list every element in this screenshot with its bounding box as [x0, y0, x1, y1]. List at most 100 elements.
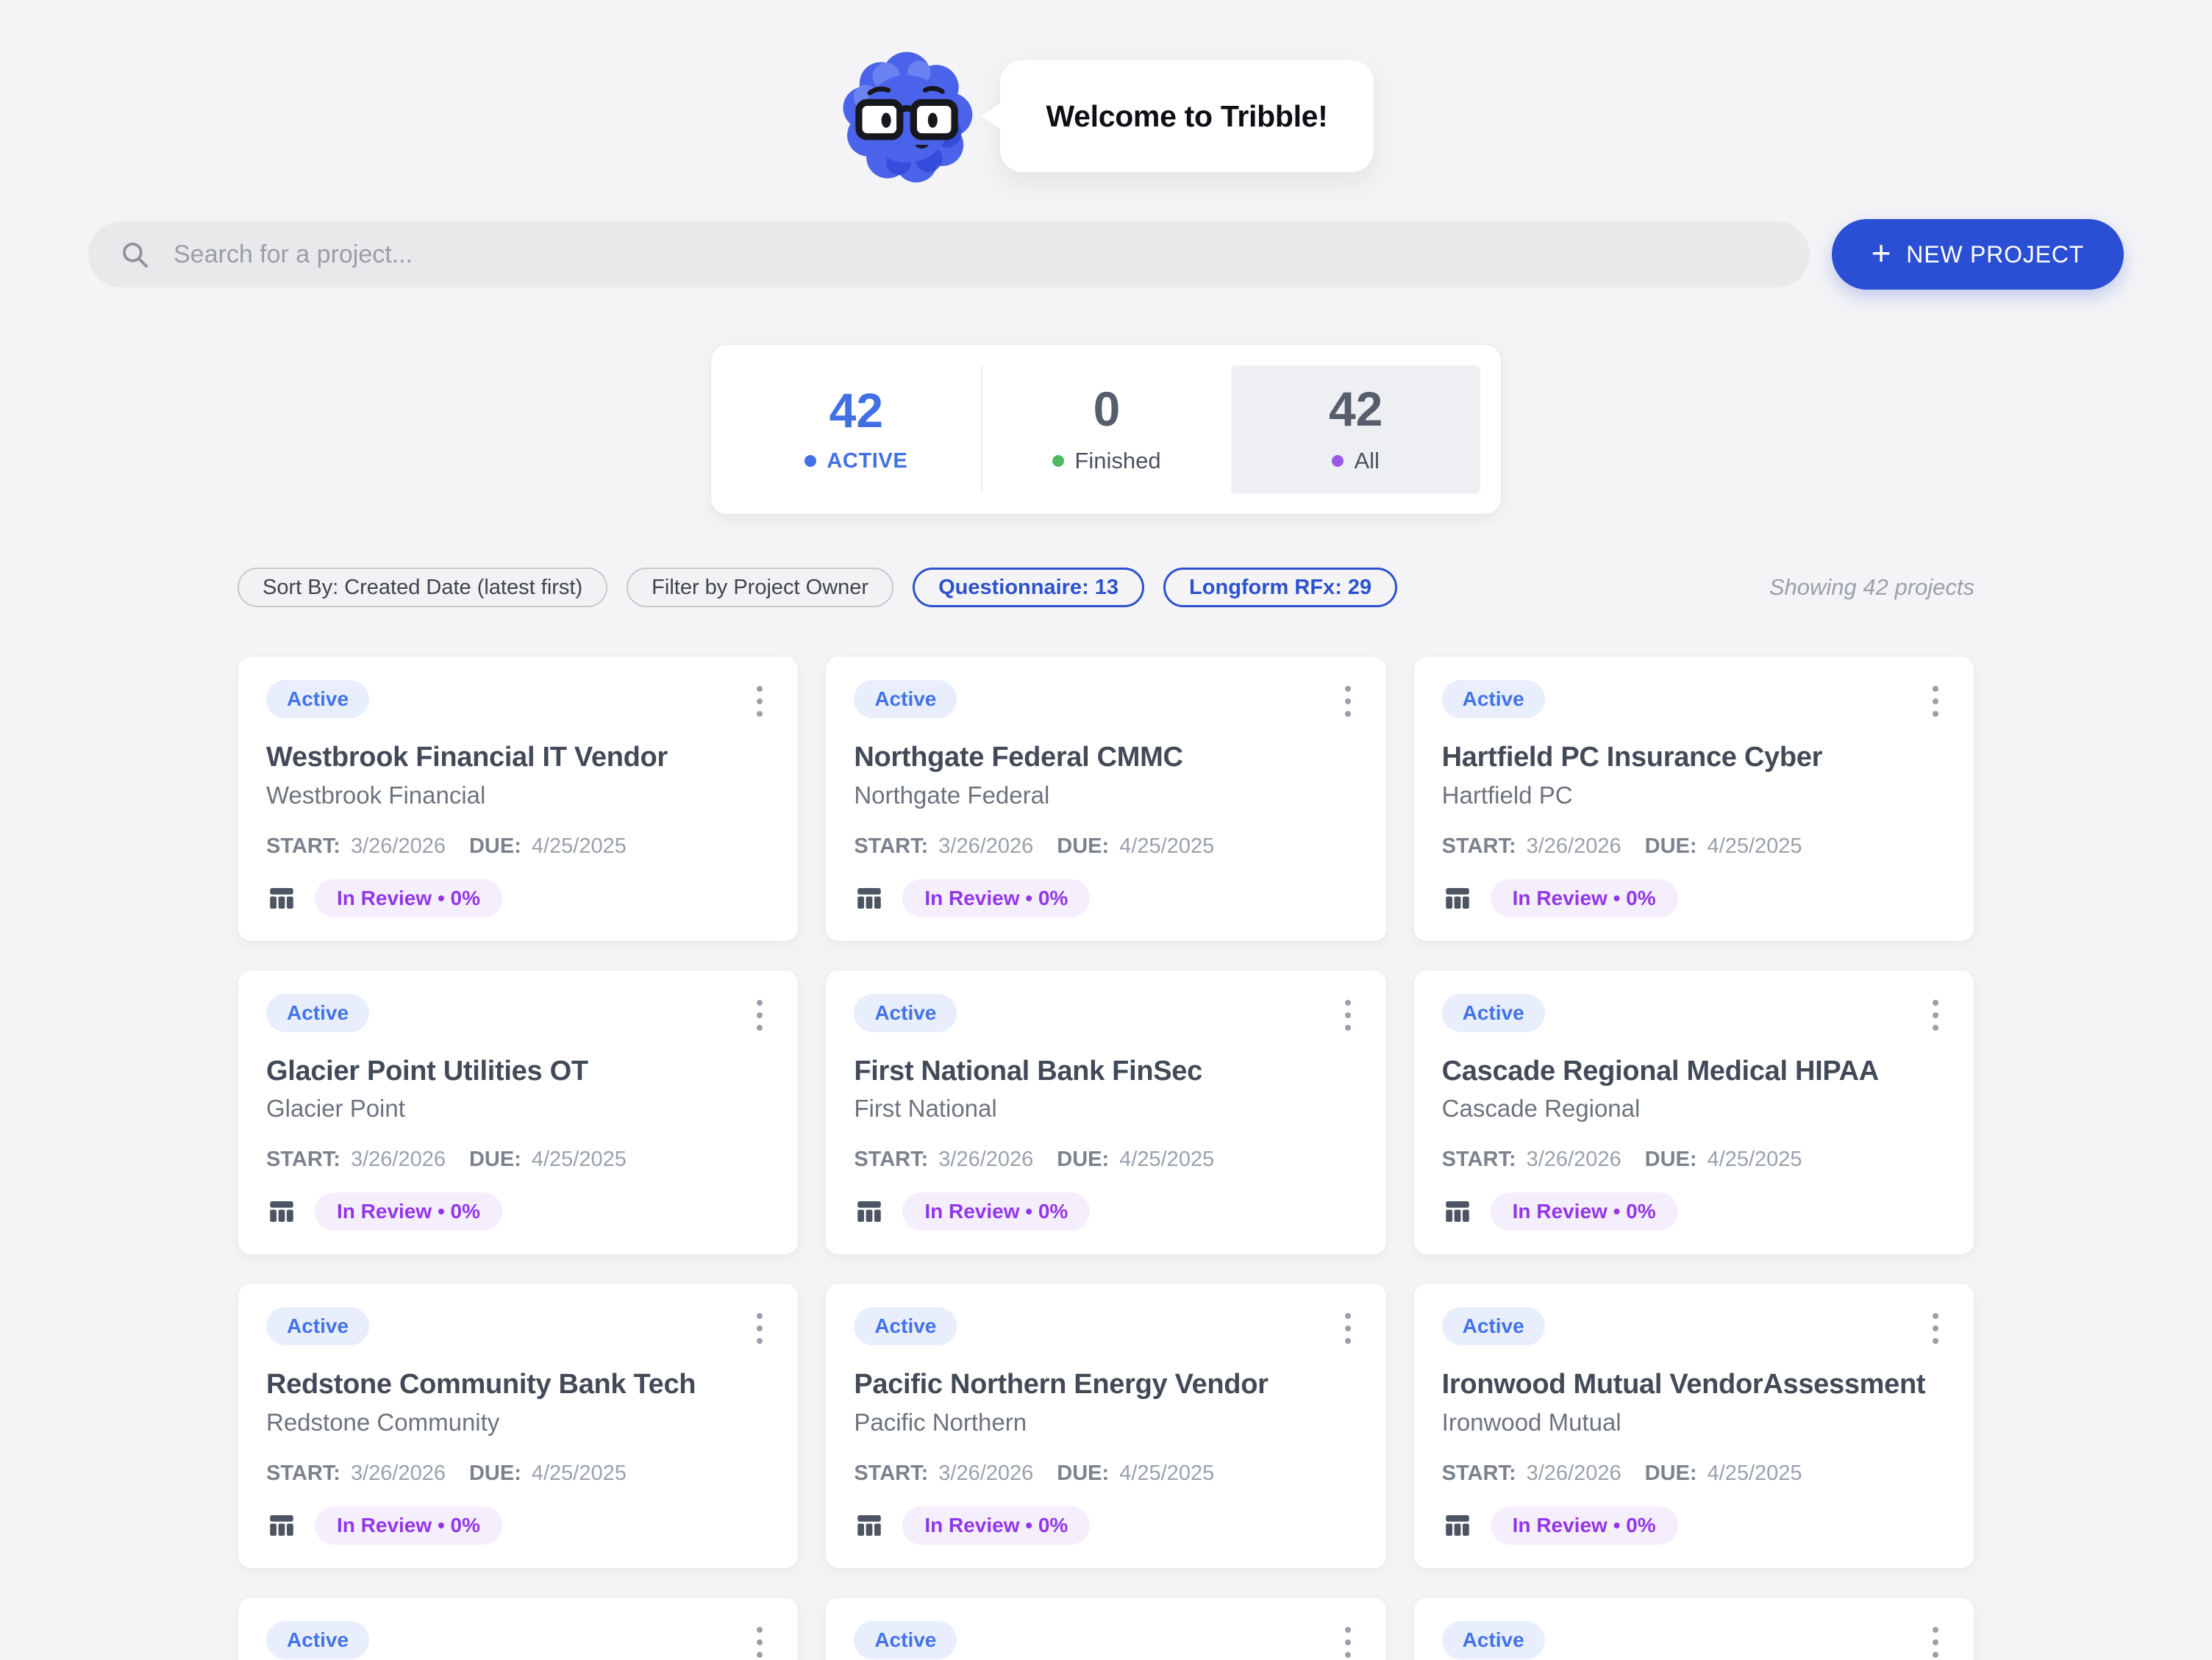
active-label: ACTIVE [827, 449, 907, 473]
tribble-mascot-icon [838, 48, 975, 185]
card-header: Active [1442, 680, 1946, 723]
review-progress-pill: In Review • 0% [1491, 879, 1678, 917]
due-date: 4/25/2025 [1119, 1148, 1214, 1172]
project-title: Westbrook Financial IT Vendor [266, 742, 770, 774]
due-date: 4/25/2025 [1708, 1148, 1802, 1172]
project-card[interactable]: Active Bluegrass Health Network Vendor B… [1413, 1597, 1974, 1660]
due-label: DUE: [469, 1148, 521, 1172]
projects-dashboard: Welcome to Tribble! + NEW PROJECT 42 ACT… [0, 0, 2212, 1660]
start-label: START: [266, 834, 340, 859]
table-icon [266, 883, 297, 914]
project-status-row: In Review • 0% [854, 1506, 1357, 1545]
start-date: 3/26/2026 [351, 1462, 446, 1486]
start-label: START: [854, 834, 928, 859]
table-icon [266, 1196, 297, 1227]
review-progress-pill: In Review • 0% [1491, 1192, 1678, 1231]
sort-by-chip[interactable]: Sort By: Created Date (latest first) [238, 568, 607, 607]
card-header: Active [1442, 994, 1946, 1037]
project-card[interactable]: Active Pacific Northern Energy Vendor Pa… [825, 1283, 1386, 1569]
due-date: 4/25/2025 [1708, 1462, 1802, 1486]
project-card[interactable]: Active Cheltenham Asset Management Chelt… [825, 1597, 1386, 1660]
project-dates: START: 3/26/2026 DUE: 4/25/2025 [1442, 1148, 1946, 1172]
project-status-row: In Review • 0% [854, 1192, 1357, 1231]
due-label: DUE: [1057, 1462, 1109, 1486]
project-owner: Westbrook Financial [266, 781, 770, 809]
kebab-menu-icon[interactable] [1338, 680, 1358, 723]
card-header: Active [854, 1307, 1357, 1350]
project-title: Cascade Regional Medical HIPAA [1442, 1056, 1946, 1088]
project-card[interactable]: Active Ironwood Mutual VendorAssessment … [1413, 1283, 1974, 1569]
stats-tab-finished[interactable]: 0 Finished [981, 365, 1232, 493]
card-header: Active [266, 1621, 770, 1660]
project-card[interactable]: Active Glacier Point Utilities OT Glacie… [238, 970, 799, 1256]
review-progress-pill: In Review • 0% [902, 1506, 1090, 1545]
project-dates: START: 3/26/2026 DUE: 4/25/2025 [1442, 1462, 1946, 1486]
table-icon [1442, 1196, 1473, 1227]
questionnaire-filter-chip[interactable]: Questionnaire: 13 [913, 568, 1144, 607]
search-input[interactable] [88, 221, 1810, 287]
card-header: Active [266, 994, 770, 1037]
kebab-menu-icon[interactable] [1925, 1307, 1946, 1350]
kebab-menu-icon[interactable] [749, 1621, 770, 1660]
project-status-row: In Review • 0% [1442, 879, 1946, 917]
project-card[interactable]: Active First National Bank FinSec First … [825, 970, 1386, 1256]
project-title: Northgate Federal CMMC [854, 742, 1357, 774]
longform-rfx-filter-chip[interactable]: Longform RFx: 29 [1163, 568, 1397, 607]
review-progress-pill: In Review • 0% [902, 879, 1090, 917]
project-card[interactable]: Active Redstone Community Bank Tech Reds… [238, 1283, 799, 1569]
kebab-menu-icon[interactable] [1338, 994, 1358, 1037]
showing-projects-count: Showing 42 projects [1769, 574, 1974, 601]
project-owner: Glacier Point [266, 1095, 770, 1123]
status-badge: Active [1442, 1621, 1545, 1659]
due-date: 4/25/2025 [1119, 1462, 1214, 1486]
kebab-menu-icon[interactable] [1338, 1307, 1358, 1350]
status-badge: Active [854, 994, 957, 1032]
start-date: 3/26/2026 [1527, 1148, 1621, 1172]
due-label: DUE: [469, 1462, 521, 1486]
kebab-menu-icon[interactable] [1338, 1621, 1358, 1660]
status-badge: Active [266, 1621, 369, 1659]
start-label: START: [266, 1148, 340, 1172]
table-icon [854, 1196, 885, 1227]
new-project-button[interactable]: + NEW PROJECT [1832, 219, 2124, 290]
project-card[interactable]: Active Granite Summit Capital InvestorDD… [238, 1597, 799, 1660]
due-date: 4/25/2025 [1119, 834, 1214, 859]
stats-section: 42 ACTIVE 0 Finished 42 All [0, 344, 2212, 515]
project-card[interactable]: Active Westbrook Financial IT Vendor Wes… [238, 656, 799, 942]
kebab-menu-icon[interactable] [749, 1307, 770, 1350]
filter-owner-chip[interactable]: Filter by Project Owner [627, 568, 893, 607]
active-dot-icon [804, 455, 816, 467]
new-project-label: NEW PROJECT [1906, 241, 2084, 268]
table-icon [854, 1510, 885, 1541]
project-card[interactable]: Active Hartfield PC Insurance Cyber Hart… [1413, 656, 1974, 942]
finished-dot-icon [1052, 455, 1064, 467]
all-dot-icon [1332, 455, 1344, 467]
start-date: 3/26/2026 [351, 1148, 446, 1172]
due-date: 4/25/2025 [532, 1462, 627, 1486]
stats-tab-active[interactable]: 42 ACTIVE [732, 365, 981, 493]
project-card[interactable]: Active Northgate Federal CMMC Northgate … [825, 656, 1386, 942]
status-badge: Active [266, 680, 369, 718]
start-date: 3/26/2026 [1527, 834, 1621, 859]
project-dates: START: 3/26/2026 DUE: 4/25/2025 [1442, 834, 1946, 859]
kebab-menu-icon[interactable] [1925, 994, 1946, 1037]
start-date: 3/26/2026 [938, 1148, 1033, 1172]
finished-label: Finished [1074, 448, 1160, 474]
kebab-menu-icon[interactable] [1925, 680, 1946, 723]
review-progress-pill: In Review • 0% [315, 1192, 502, 1231]
kebab-menu-icon[interactable] [749, 680, 770, 723]
review-progress-pill: In Review • 0% [1491, 1506, 1678, 1545]
kebab-menu-icon[interactable] [749, 994, 770, 1037]
finished-legend: Finished [1052, 448, 1160, 474]
stats-tab-all[interactable]: 42 All [1231, 365, 1480, 493]
due-date: 4/25/2025 [532, 1148, 627, 1172]
status-badge: Active [854, 1307, 957, 1345]
table-icon [1442, 1510, 1473, 1541]
kebab-menu-icon[interactable] [1925, 1621, 1946, 1660]
start-label: START: [854, 1462, 928, 1486]
status-badge: Active [1442, 994, 1545, 1032]
project-status-row: In Review • 0% [1442, 1192, 1946, 1231]
project-dates: START: 3/26/2026 DUE: 4/25/2025 [266, 1462, 770, 1486]
project-card[interactable]: Active Cascade Regional Medical HIPAA Ca… [1413, 970, 1974, 1256]
status-badge: Active [1442, 1307, 1545, 1345]
